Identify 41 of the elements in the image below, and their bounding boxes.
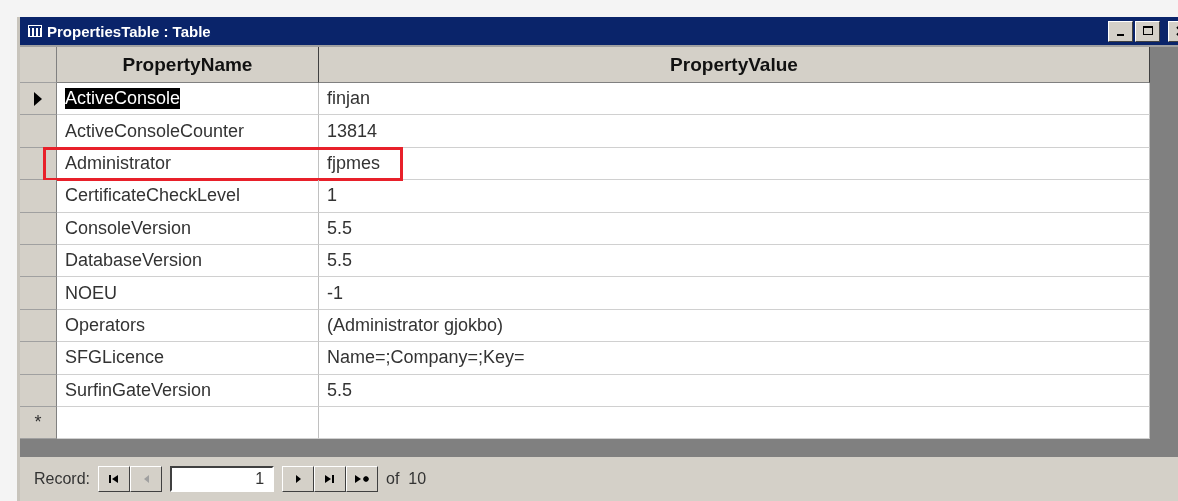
record-count: of 10 <box>386 470 427 488</box>
table-cell: Administrator <box>57 147 319 181</box>
column-header[interactable]: PropertyName <box>57 47 319 83</box>
new-record-icon <box>354 473 371 485</box>
left-triangle-icon <box>143 475 149 483</box>
table-cell: NOEU <box>57 277 319 310</box>
table-cell: 1 <box>319 180 1150 213</box>
record-label: Record: <box>34 470 91 488</box>
table-cell: SurfinGateVersion <box>57 374 319 407</box>
table-cell: fjpmes <box>319 147 1150 181</box>
current-record-icon <box>34 91 42 106</box>
minimize-icon <box>1117 34 1124 36</box>
maximize-button[interactable] <box>1135 20 1160 42</box>
minimize-button[interactable] <box>1108 20 1133 42</box>
record-selector[interactable] <box>20 83 57 116</box>
table-cell: 5.5 <box>319 244 1150 278</box>
table-cell: finjan <box>319 83 1150 116</box>
last-record-button[interactable] <box>314 466 347 492</box>
table-icon <box>28 25 42 37</box>
next-record-button[interactable] <box>282 466 315 492</box>
column-header[interactable]: PropertyValue <box>319 47 1150 83</box>
new-record-selector[interactable]: * <box>20 406 57 440</box>
table-cell: (Administrator gjokbo) <box>319 309 1150 343</box>
table-cell: CertificateCheckLevel <box>57 180 319 213</box>
corner-cell[interactable] <box>20 47 57 83</box>
window-title: PropertiesTable : Table <box>47 22 211 40</box>
table-cell: Operators <box>57 309 319 343</box>
table-cell: DatabaseVersion <box>57 244 319 278</box>
table-cell: ActiveConsoleCounter <box>57 115 319 148</box>
table-cell: SFGLicence <box>57 342 319 375</box>
table-cell: 5.5 <box>319 374 1150 407</box>
maximize-icon <box>1140 25 1155 37</box>
table-cell: 5.5 <box>319 212 1150 245</box>
table-cell: ConsoleVersion <box>57 212 319 245</box>
table-cell: ActiveConsole <box>57 83 319 116</box>
table-cell: -1 <box>319 277 1150 310</box>
new-record-button[interactable] <box>346 466 379 492</box>
table-cell: 13814 <box>319 115 1150 148</box>
table-cell: Name=;Company=;Key= <box>319 342 1150 375</box>
first-record-button[interactable] <box>98 466 131 492</box>
record-number-field[interactable]: 1 <box>170 466 275 492</box>
